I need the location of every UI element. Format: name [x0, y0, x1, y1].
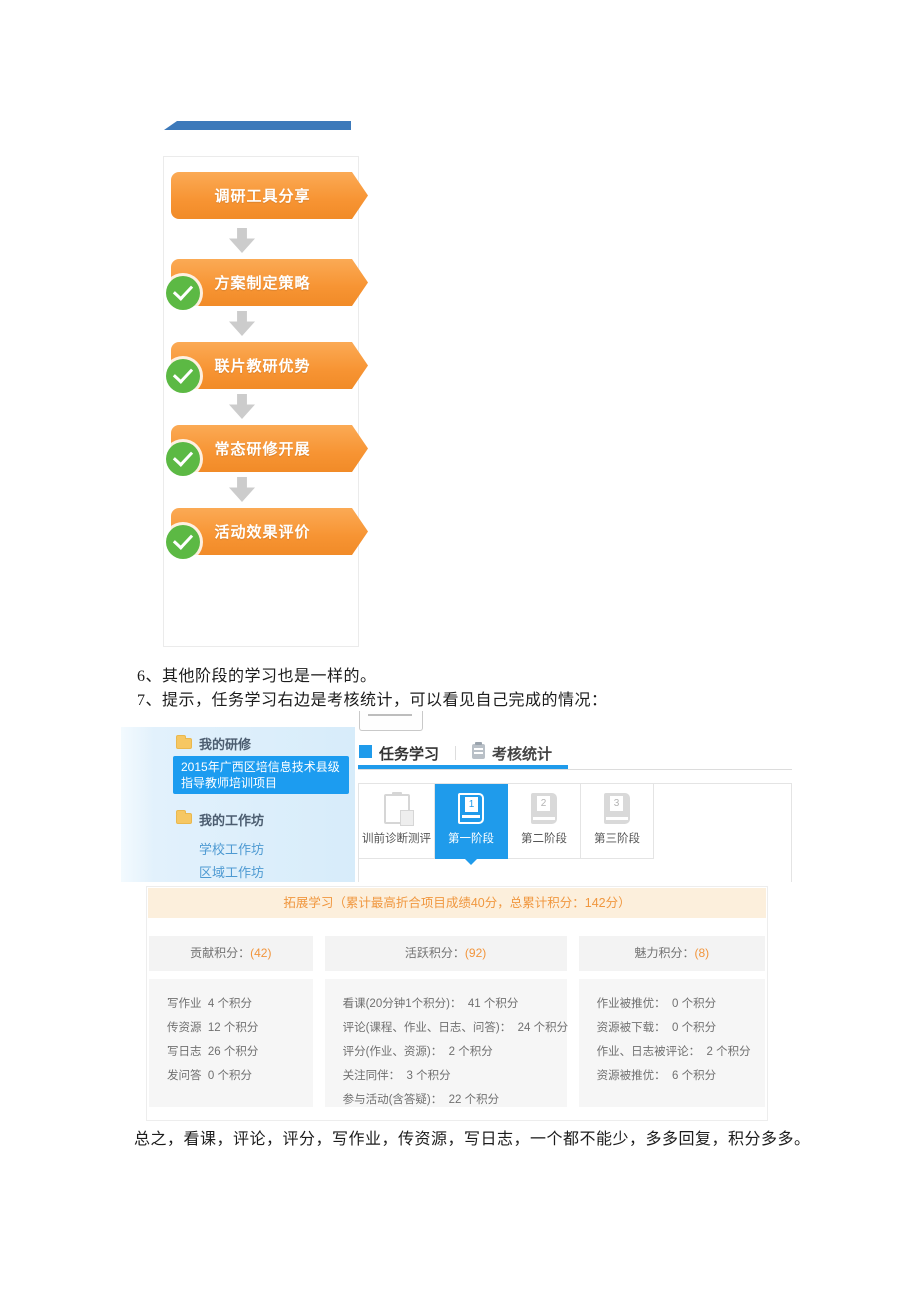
- sidebar-section-my-training[interactable]: 我的研修: [199, 734, 251, 753]
- check-icon: [166, 442, 200, 476]
- stage-2[interactable]: 2 第二阶段: [508, 784, 581, 859]
- partial-button[interactable]: [359, 711, 423, 731]
- column-body: 作业被推优： 0 个积分 资源被下载： 0 个积分 作业、日志被评论： 2 个积…: [579, 979, 765, 1107]
- score-row: 作业、日志被评论： 2 个积分: [597, 1040, 765, 1064]
- score-row: 评分(作业、资源)： 2 个积分: [343, 1040, 567, 1064]
- flow-step-label: 调研工具分享: [214, 185, 310, 206]
- column-body: 看课(20分钟1个积分)： 41 个积分 评论(课程、作业、日志、问答)： 24…: [325, 979, 567, 1107]
- score-row: 资源被下载： 0 个积分: [597, 1016, 765, 1040]
- column-header: 贡献积分：(42): [149, 936, 313, 971]
- score-row: 写作业 4 个积分: [167, 992, 313, 1016]
- sidebar: 我的研修 2015年广西区培信息技术县级指导教师培训项目 我的工作坊 学校工作坊…: [121, 727, 355, 882]
- active-tab-underline: [358, 765, 568, 769]
- document-page: { "colors": { "accent_blue": "#1f9beb", …: [0, 0, 920, 1302]
- flowchart-container: [163, 156, 359, 647]
- flow-step-label: 联片教研优势: [214, 355, 310, 376]
- score-table-title: 拓展学习（累计最高折合项目成绩40分，总累计积分：142分）: [148, 888, 766, 918]
- flow-step-4[interactable]: 常态研修开展: [171, 425, 368, 472]
- flow-step-5[interactable]: 活动效果评价: [171, 508, 368, 555]
- stage-3[interactable]: 3 第三阶段: [581, 784, 654, 859]
- column-activity: 活跃积分：(92) 看课(20分钟1个积分)： 41 个积分 评论(课程、作业、…: [325, 936, 567, 1107]
- column-charm: 魅力积分：(8) 作业被推优： 0 个积分 资源被下载： 0 个积分 作业、日志…: [579, 936, 765, 1107]
- flow-step-1[interactable]: 调研工具分享: [171, 172, 368, 219]
- doc-line-6: 6、其他阶段的学习也是一样的。: [137, 662, 377, 686]
- tab-divider: [455, 746, 456, 760]
- score-row: 写日志 26 个积分: [167, 1040, 313, 1064]
- book-icon: 3: [604, 793, 630, 824]
- clipboard-icon: [472, 744, 485, 759]
- score-row: 资源被推优： 6 个积分: [597, 1064, 765, 1088]
- flow-step-2[interactable]: 方案制定策略: [171, 259, 368, 306]
- score-row: 评论(课程、作业、日志、问答)： 24 个积分: [343, 1016, 567, 1040]
- tab-task-study[interactable]: 任务学习: [379, 743, 439, 764]
- doc-line-7: 7、提示，任务学习右边是考核统计，可以看见自己完成的情况：: [137, 686, 608, 710]
- sidebar-section-my-workshop[interactable]: 我的工作坊: [199, 810, 264, 829]
- book-icon: 2: [531, 793, 557, 824]
- score-row: 作业被推优： 0 个积分: [597, 992, 765, 1016]
- check-icon: [166, 276, 200, 310]
- column-contribution: 贡献积分：(42) 写作业 4 个积分 传资源 12 个积分 写日志 26 个积…: [149, 936, 313, 1107]
- flow-step-label: 常态研修开展: [214, 438, 310, 459]
- column-body: 写作业 4 个积分 传资源 12 个积分 写日志 26 个积分 发问答 0 个积…: [149, 979, 313, 1107]
- stage-1[interactable]: 1 第一阶段: [435, 784, 508, 859]
- score-row: 看课(20分钟1个积分)： 41 个积分: [343, 992, 567, 1016]
- score-table: 拓展学习（累计最高折合项目成绩40分，总累计积分：142分） 贡献积分：(42)…: [146, 886, 768, 1121]
- stage-row-filler: [654, 784, 791, 859]
- flow-step-label: 方案制定策略: [214, 272, 310, 293]
- clipboard-test-icon: [384, 794, 410, 824]
- sidebar-item-region-workshop[interactable]: 区域工作坊: [199, 862, 264, 881]
- score-row: 传资源 12 个积分: [167, 1016, 313, 1040]
- flow-step-label: 活动效果评价: [214, 521, 310, 542]
- sidebar-item-active-project[interactable]: 2015年广西区培信息技术县级指导教师培训项目: [173, 756, 349, 794]
- task-study-tab-icon: [359, 745, 372, 758]
- folder-icon: [176, 813, 192, 824]
- score-row: 关注同伴： 3 个积分: [343, 1064, 567, 1088]
- book-icon: 1: [458, 793, 484, 824]
- folder-icon: [176, 738, 192, 749]
- tab-assessment-stats[interactable]: 考核统计: [492, 743, 552, 764]
- sidebar-item-school-workshop[interactable]: 学校工作坊: [199, 839, 264, 858]
- column-header: 魅力积分：(8): [579, 936, 765, 971]
- check-icon: [166, 525, 200, 559]
- flowchart-top-bar: [164, 121, 351, 130]
- tab-baseline: [358, 769, 792, 770]
- doc-closing-line: 总之，看课，评论，评分，写作业，传资源，写日志，一个都不能少，多多回复，积分多多…: [134, 1125, 811, 1149]
- flow-step-3[interactable]: 联片教研优势: [171, 342, 368, 389]
- check-icon: [166, 359, 200, 393]
- score-row: 参与活动(含答疑)： 22 个积分: [343, 1088, 567, 1112]
- score-row: 发问答 0 个积分: [167, 1064, 313, 1088]
- column-header: 活跃积分：(92): [325, 936, 567, 971]
- stage-pre-test[interactable]: 训前诊断测评: [359, 784, 435, 859]
- stage-selector: 训前诊断测评 1 第一阶段 2 第二阶段 3 第三阶段: [358, 783, 792, 882]
